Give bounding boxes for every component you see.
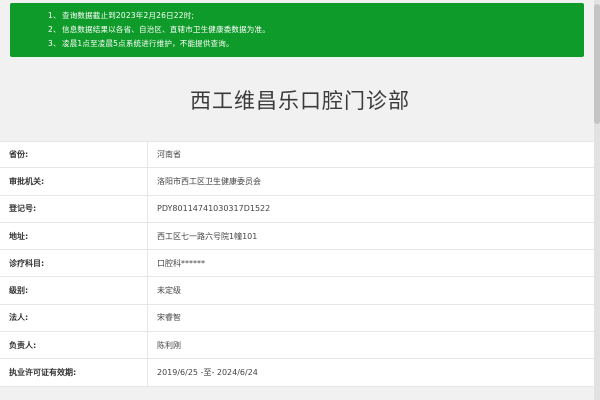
row-value: 河南省	[157, 150, 181, 160]
notice-item-text: 信息数据结果以各省、自治区、直辖市卫生健康委数据为准。	[62, 25, 270, 34]
notice-item-text: 凌晨1点至凌晨5点系统进行维护，不能提供查询。	[62, 39, 234, 48]
row-value: 西工区七一路六号院1幢101	[157, 231, 258, 241]
row-value: 陈利刚	[157, 340, 181, 350]
row-value: 口腔科******	[157, 258, 205, 268]
info-row-departments: 诊疗科目: 口腔科******	[0, 250, 600, 278]
notice-item-number: 2、	[48, 25, 61, 34]
info-row-license-validity: 执业许可证有效期: 2019/6/25 -至- 2024/6/24	[0, 359, 600, 387]
row-value: 2019/6/25 -至- 2024/6/24	[157, 368, 258, 378]
info-row-address: 地址: 西工区七一路六号院1幢101	[0, 222, 600, 251]
info-row-legal-person: 法人: 宋睿智	[0, 304, 600, 333]
page-title: 西工维昌乐口腔门诊部	[190, 89, 410, 113]
row-label: 级别:	[0, 277, 148, 304]
row-label: 登记号:	[0, 195, 148, 222]
vertical-scrollbar[interactable]	[594, 0, 600, 400]
notice-item: 3、凌晨1点至凌晨5点系统进行维护，不能提供查询。	[48, 37, 584, 51]
notice-banner: 1、查询数据截止到2023年2月26日22时; 2、信息数据结果以各省、自治区、…	[10, 3, 584, 57]
notice-item: 1、查询数据截止到2023年2月26日22时;	[48, 9, 584, 23]
row-label: 审批机关:	[0, 168, 148, 195]
info-row-approval-authority: 审批机关: 洛阳市西工区卫生健康委员会	[0, 168, 600, 196]
row-label: 执业许可证有效期:	[0, 359, 148, 386]
page: 1、查询数据截止到2023年2月26日22时; 2、信息数据结果以各省、自治区、…	[0, 0, 600, 400]
notice-item: 2、信息数据结果以各省、自治区、直辖市卫生健康委数据为准。	[48, 23, 584, 37]
info-table: 省份: 河南省 审批机关: 洛阳市西工区卫生健康委员会 登记号: PDY8011…	[0, 141, 600, 387]
row-label: 法人:	[0, 304, 148, 332]
row-value: PDY80114741030317D1522	[157, 204, 271, 214]
info-row-registration-number: 登记号: PDY80114741030317D1522	[0, 195, 600, 223]
notice-item-number: 1、	[48, 11, 61, 20]
info-row-level: 级别: 未定级	[0, 277, 600, 305]
row-value: 宋睿智	[157, 313, 181, 323]
notice-item-text: 查询数据截止到2023年2月26日22时;	[62, 11, 195, 20]
notice-item-number: 3、	[48, 39, 61, 48]
row-label: 负责人:	[0, 332, 148, 359]
row-label: 诊疗科目:	[0, 250, 148, 277]
row-label: 地址:	[0, 222, 148, 250]
info-row-province: 省份: 河南省	[0, 141, 600, 169]
row-label: 省份:	[0, 142, 148, 168]
notice-list: 1、查询数据截止到2023年2月26日22时; 2、信息数据结果以各省、自治区、…	[48, 9, 584, 51]
row-value: 洛阳市西工区卫生健康委员会	[157, 176, 261, 186]
info-row-person-in-charge: 负责人: 陈利刚	[0, 332, 600, 360]
scrollbar-thumb[interactable]	[594, 4, 600, 124]
row-value: 未定级	[157, 286, 181, 296]
